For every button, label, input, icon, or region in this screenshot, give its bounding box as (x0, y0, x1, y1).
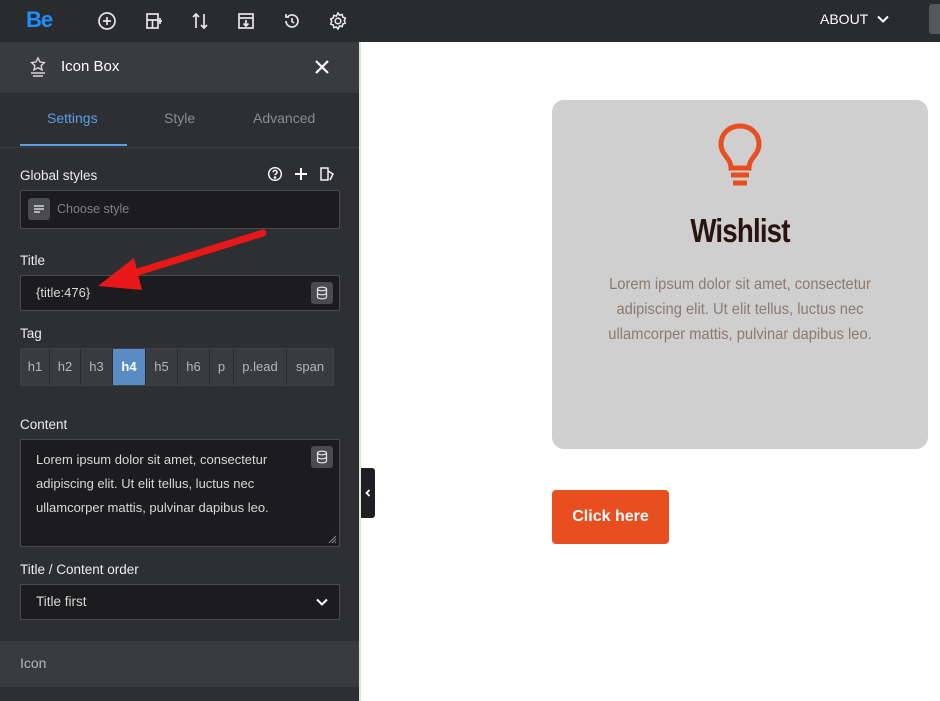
chevron-down-icon (877, 15, 889, 23)
add-element-icon[interactable] (95, 9, 119, 33)
lightbulb-icon (718, 123, 762, 186)
global-styles-actions (267, 166, 335, 182)
close-icon[interactable] (312, 57, 332, 77)
tag-option-h3[interactable]: h3 (81, 349, 113, 385)
order-select[interactable]: Title first (20, 584, 340, 620)
tag-label: Tag (20, 326, 42, 341)
panel-title: Icon Box (61, 58, 120, 75)
tag-selector: h1 h2 h3 h4 h5 h6 p p.lead span (20, 348, 334, 386)
content-label: Content (20, 417, 68, 432)
title-input[interactable]: {title:476} (20, 275, 340, 311)
settings-gear-icon[interactable] (326, 9, 350, 33)
chevron-down-icon (316, 598, 328, 606)
panel-header: Icon Box (0, 42, 359, 93)
title-label: Title (20, 253, 46, 268)
active-tab-indicator (20, 144, 127, 146)
global-styles-label: Global styles (20, 168, 98, 183)
device-preview-button[interactable] (929, 4, 940, 34)
tag-option-p[interactable]: p (210, 349, 234, 385)
layout-icon[interactable] (142, 9, 166, 33)
card-title: Wishlist (690, 212, 790, 249)
tag-option-span[interactable]: span (287, 349, 333, 385)
icon-box-icon (30, 56, 46, 77)
global-style-placeholder: Choose style (57, 202, 130, 216)
canvas-divider (359, 42, 361, 701)
add-style-icon[interactable] (293, 166, 309, 182)
dynamic-data-icon[interactable] (311, 446, 333, 468)
import-template-icon[interactable] (234, 9, 258, 33)
tag-option-h1[interactable]: h1 (21, 349, 50, 385)
title-input-value: {title:476} (36, 285, 91, 300)
dynamic-data-icon[interactable] (311, 282, 333, 304)
content-textarea-value: Lorem ipsum dolor sit amet, consectetur … (36, 452, 269, 515)
tag-option-h5[interactable]: h5 (146, 349, 178, 385)
icon-box-card[interactable]: Wishlist Lorem ipsum dolor sit amet, con… (552, 100, 928, 449)
sort-arrows-icon[interactable] (188, 9, 212, 33)
tag-option-h2[interactable]: h2 (50, 349, 81, 385)
tag-option-h6[interactable]: h6 (178, 349, 210, 385)
order-label: Title / Content order (20, 562, 139, 577)
tab-style[interactable]: Style (164, 110, 195, 126)
tag-option-p-lead[interactable]: p.lead (234, 349, 287, 385)
settings-panel: Icon Box Settings Style Advanced Global … (0, 42, 361, 701)
card-text: Lorem ipsum dolor sit amet, consectetur … (608, 276, 872, 343)
content-textarea[interactable]: Lorem ipsum dolor sit amet, consectetur … (20, 439, 340, 547)
help-icon[interactable] (267, 166, 283, 182)
chevron-left-icon (365, 489, 371, 497)
resize-handle-icon[interactable] (327, 534, 337, 544)
icon-section-label: Icon (20, 655, 47, 671)
tag-option-h4[interactable]: h4 (113, 349, 146, 385)
order-select-value: Title first (36, 594, 87, 609)
top-toolbar: Be ABOUT (0, 0, 940, 42)
page-menu-dropdown[interactable]: ABOUT (820, 11, 890, 27)
global-style-select[interactable]: Choose style (20, 190, 340, 229)
builder-logo[interactable]: Be (26, 7, 53, 33)
tab-advanced[interactable]: Advanced (253, 110, 315, 126)
icon-section-header[interactable]: Icon (0, 641, 359, 687)
panel-tabs: Settings Style Advanced (0, 93, 359, 148)
page-menu-label: ABOUT (820, 11, 869, 27)
collapse-panel-button[interactable] (361, 468, 375, 518)
style-manager-icon[interactable] (319, 166, 335, 182)
history-icon[interactable] (280, 9, 304, 33)
click-here-button[interactable]: Click here (552, 490, 669, 544)
lines-icon (28, 198, 50, 220)
tab-settings[interactable]: Settings (47, 110, 98, 126)
